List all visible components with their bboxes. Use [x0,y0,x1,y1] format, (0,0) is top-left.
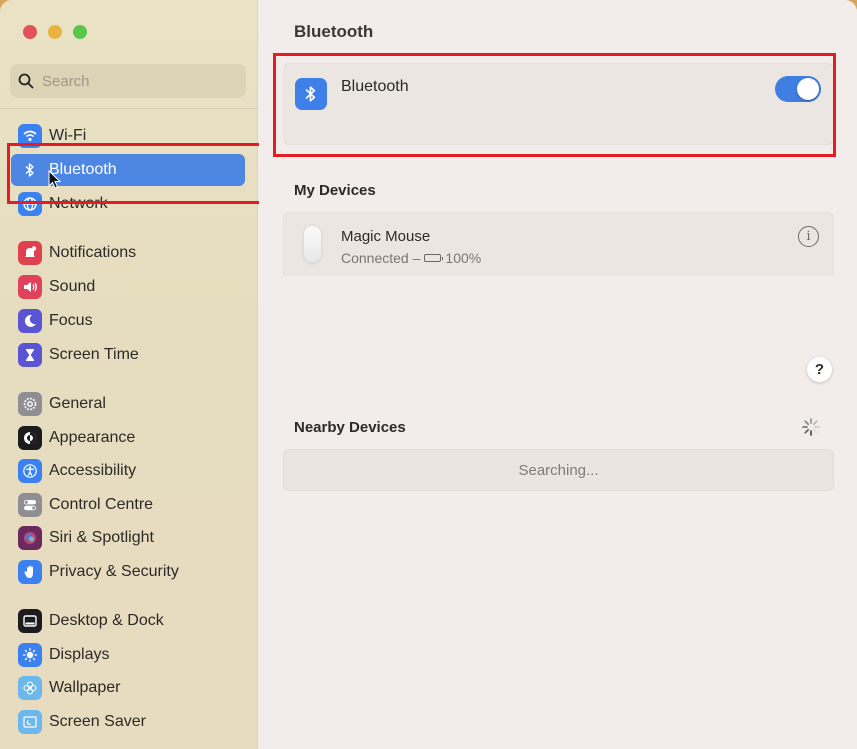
sidebar-item-label: Network [49,195,108,212]
sidebar-item-label: Screen Time [49,346,139,363]
search-icon [18,73,34,89]
sidebar-item-displays[interactable]: Displays [11,639,245,671]
sidebar-item-control-centre[interactable]: Control Centre [11,489,245,521]
sidebar-item-wi-fi[interactable]: Wi-Fi [11,120,245,152]
search-field[interactable] [10,64,246,98]
loading-spinner-icon [802,418,820,436]
page-title: Bluetooth [294,22,374,41]
system-settings-window: Wi-Fi Bluetooth Network Notifications Sound F… [0,0,857,749]
sidebar-item-label: Wi-Fi [49,127,87,144]
sidebar-item-wallpaper[interactable]: Wallpaper [11,672,245,704]
magic-mouse-icon [303,225,322,263]
hand-icon [18,560,42,584]
sidebar-item-label: General [49,395,106,412]
bluetooth-label: Bluetooth [341,78,409,95]
sidebar-item-label: Displays [49,646,110,663]
searching-status: Searching... [518,461,599,479]
battery-icon [424,254,444,262]
sidebar-item-label: Screen Saver [49,713,146,730]
hourglass-icon [18,343,42,367]
siri-icon [18,526,42,550]
sidebar-item-focus[interactable]: Focus [11,305,245,337]
bluetooth-toggle[interactable] [775,76,821,102]
device-row[interactable]: Magic Mouse Connected – 100% i [283,212,834,276]
connection-status: Connected – [341,250,421,266]
sidebar-item-label: Control Centre [49,496,154,513]
sidebar-item-label: Accessibility [49,462,137,479]
wifi-icon [18,124,42,148]
speaker-icon [18,275,42,299]
bluetooth-icon [18,158,42,182]
sun-icon [18,643,42,667]
device-info-button[interactable]: i [798,226,819,247]
sidebar-item-label: Appearance [49,429,136,446]
sidebar-item-siri-spotlight[interactable]: Siri & Spotlight [11,522,245,554]
maximize-window-button[interactable] [73,25,87,39]
sidebar-item-sound[interactable]: Sound [11,271,245,303]
sidebar-item-appearance[interactable]: Appearance [11,422,245,454]
globe-icon [18,192,42,216]
sidebar-item-privacy-security[interactable]: Privacy & Security [11,556,245,588]
nearby-devices-list: Searching... [283,449,834,491]
device-name: Magic Mouse [341,228,431,245]
device-status: Connected – 100% [341,250,481,266]
moon-icon [18,309,42,333]
sidebar-item-accessibility[interactable]: Accessibility [11,455,245,487]
sidebar-item-network[interactable]: Network [11,188,245,220]
my-devices-heading: My Devices [294,182,376,199]
sidebar-item-label: Notifications [49,244,137,261]
sidebar-item-desktop-dock[interactable]: Desktop & Dock [11,605,245,637]
search-input[interactable] [42,72,232,90]
sidebar: Wi-Fi Bluetooth Network Notifications Sound F… [0,0,264,749]
sidebar-item-general[interactable]: General [11,388,245,420]
bluetooth-icon [295,78,327,110]
bell-icon [18,241,42,265]
dock-icon [18,609,42,633]
sidebar-divider [0,108,258,109]
sidebar-item-label: Bluetooth [49,161,117,178]
flower-icon [18,676,42,700]
sidebar-item-notifications[interactable]: Notifications [11,237,245,269]
sidebar-item-label: Sound [49,278,96,295]
toggle-knob [797,78,819,100]
bluetooth-pane: Bluetooth Bluetooth My Devices Magic Mou… [259,0,857,749]
close-window-button[interactable] [23,25,37,39]
sidebar-item-label: Wallpaper [49,679,121,696]
accessibility-icon [18,459,42,483]
gear-icon [18,392,42,416]
bluetooth-toggle-row: Bluetooth [283,63,834,145]
screensaver-icon [18,710,42,734]
sidebar-item-label: Desktop & Dock [49,612,164,629]
minimize-window-button[interactable] [48,25,62,39]
help-button[interactable]: ? [807,357,832,382]
appearance-icon [18,426,42,450]
toggles-icon [18,493,42,517]
battery-percent: 100% [445,250,482,266]
traffic-lights [23,25,87,39]
sidebar-item-label: Focus [49,312,93,329]
nearby-devices-heading: Nearby Devices [294,419,406,436]
sidebar-item-screen-saver[interactable]: Screen Saver [11,706,245,738]
sidebar-item-screen-time[interactable]: Screen Time [11,339,245,371]
sidebar-item-bluetooth[interactable]: Bluetooth [11,154,245,186]
sidebar-item-label: Siri & Spotlight [49,529,154,546]
sidebar-item-label: Privacy & Security [49,563,179,580]
